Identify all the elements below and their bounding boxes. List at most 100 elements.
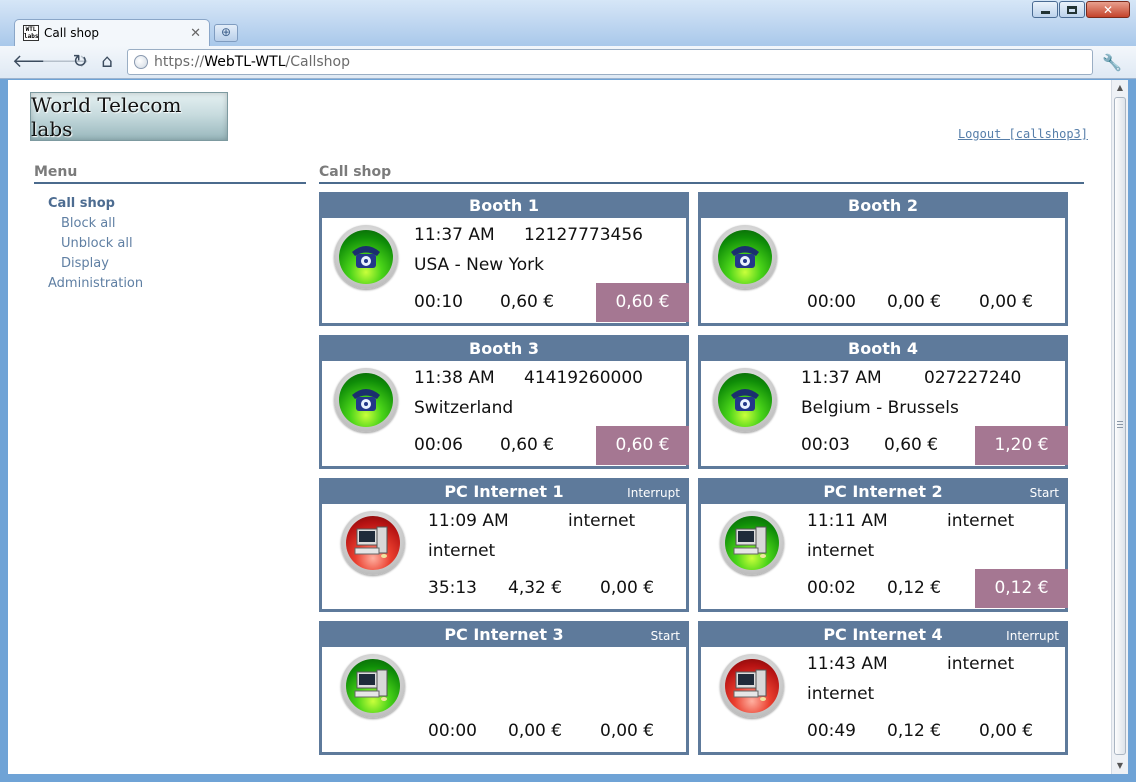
booth-name: PC Internet 4 <box>823 625 943 644</box>
address-bar[interactable]: https://WebTL-WTL/Callshop <box>127 49 1093 75</box>
booth-title-bar: Booth 2 <box>701 195 1065 218</box>
url-protocol: https:// <box>154 54 205 70</box>
booth-title-bar: PC Internet 1 Interrupt <box>322 481 686 504</box>
call-duration: 00:10 <box>414 292 463 312</box>
call-cost: 0,00 € <box>508 721 563 741</box>
booth-name: PC Internet 1 <box>444 482 564 501</box>
url-path: /Callshop <box>285 54 350 70</box>
menu-title: Menu <box>34 164 306 184</box>
menu-item-administration[interactable]: Administration <box>34 274 306 294</box>
favicon-icon: WTL labs <box>23 25 39 41</box>
booth-action-button[interactable]: Interrupt <box>1006 625 1059 647</box>
scroll-up-icon[interactable]: ▲ <box>1114 82 1126 94</box>
total-amount[interactable]: 0,12 € <box>975 569 1068 608</box>
status-indicator <box>346 659 400 713</box>
maximize-button[interactable] <box>1059 1 1085 18</box>
total-amount[interactable]: 0,60 € <box>596 426 689 465</box>
booth-title-bar: PC Internet 4 Interrupt <box>701 624 1065 647</box>
sidebar-menu: Menu Call shop Block all Unblock all Dis… <box>34 164 306 294</box>
destination: Switzerland <box>414 398 514 418</box>
booth-card: PC Internet 1 Interrupt 11:09 AM internet in… <box>319 478 689 612</box>
call-start-time: 11:11 AM <box>807 511 888 531</box>
booth-action-button[interactable]: Interrupt <box>627 482 680 504</box>
booth-card: PC Internet 4 Interrupt 11:43 AM internet in… <box>698 621 1068 755</box>
close-window-button[interactable]: ✕ <box>1086 1 1130 18</box>
booth-card: Booth 4 11:37 AM 027227240 Belgium - Brusse… <box>698 335 1068 469</box>
destination: Belgium - Brussels <box>801 398 959 418</box>
destination: internet <box>807 541 875 561</box>
browser-toolbar: 🡐 🡒 ↻ ⌂ https://WebTL-WTL/Callshop 🔧 <box>0 46 1136 79</box>
computer-icon[interactable] <box>720 511 784 575</box>
logo: World Telecom labs <box>30 92 228 141</box>
computer-icon[interactable] <box>341 511 405 575</box>
main-content: Call shop <box>319 164 1084 184</box>
booth-title-bar: Booth 4 <box>701 338 1065 361</box>
maximize-icon <box>1067 5 1077 14</box>
dialed-number: internet <box>947 654 1015 674</box>
vertical-scrollbar[interactable]: ▲ ▼ <box>1111 80 1128 774</box>
destination: internet <box>428 541 496 561</box>
call-duration: 00:00 <box>428 721 477 741</box>
url-host: WebTL-WTL <box>204 54 286 70</box>
status-indicator <box>339 230 393 284</box>
call-duration: 35:13 <box>428 578 477 598</box>
call-cost: 0,60 € <box>884 435 939 455</box>
status-indicator <box>718 373 772 427</box>
call-duration: 00:03 <box>801 435 850 455</box>
page-title: Call shop <box>319 164 1084 184</box>
menu-item-unblock-all[interactable]: Unblock all <box>34 234 306 254</box>
call-cost: 0,12 € <box>887 721 942 741</box>
call-duration: 00:06 <box>414 435 463 455</box>
call-start-time: 11:37 AM <box>414 225 495 245</box>
call-duration: 00:49 <box>807 721 856 741</box>
booth-card: PC Internet 3 Start 00:00 0,00 € 0,00 € <box>319 621 689 755</box>
wrench-icon[interactable]: 🔧 <box>1102 54 1122 72</box>
reload-icon[interactable]: ↻ <box>69 51 91 73</box>
call-cost: 0,60 € <box>500 292 555 312</box>
booth-name: PC Internet 3 <box>444 625 564 644</box>
total-amount[interactable]: 0,60 € <box>596 283 689 322</box>
page-viewport: World Telecom labs Logout [callshop3] Me… <box>8 80 1128 774</box>
menu-item-display[interactable]: Display <box>34 254 306 274</box>
booth-name: Booth 2 <box>848 196 918 215</box>
dialed-number: 12127773456 <box>524 225 643 245</box>
phone-icon[interactable] <box>334 368 398 432</box>
total-amount: 0,00 € <box>979 292 1034 312</box>
call-start-time: 11:38 AM <box>414 368 495 388</box>
menu-item-block-all[interactable]: Block all <box>34 214 306 234</box>
total-amount[interactable]: 1,20 € <box>975 426 1068 465</box>
call-duration: 00:00 <box>807 292 856 312</box>
booth-action-button[interactable]: Start <box>1030 482 1059 504</box>
new-tab-button[interactable]: ⊕ <box>214 24 238 42</box>
phone-icon[interactable] <box>713 368 777 432</box>
status-indicator <box>718 230 772 284</box>
computer-icon[interactable] <box>720 654 784 718</box>
call-duration: 00:02 <box>807 578 856 598</box>
forward-arrow-icon[interactable]: 🡒 <box>41 51 89 73</box>
call-cost: 0,60 € <box>500 435 555 455</box>
menu-list: Call shop Block all Unblock all Display … <box>34 194 306 294</box>
total-amount: 0,00 € <box>600 578 655 598</box>
call-cost: 4,32 € <box>508 578 563 598</box>
call-start-time: 11:09 AM <box>428 511 509 531</box>
booth-action-button[interactable]: Start <box>651 625 680 647</box>
logout-link[interactable]: Logout [callshop3] <box>958 127 1088 141</box>
total-amount: 0,00 € <box>600 721 655 741</box>
booth-title-bar: PC Internet 2 Start <box>701 481 1065 504</box>
menu-item-call-shop[interactable]: Call shop <box>34 194 306 214</box>
back-arrow-icon[interactable]: 🡐 <box>12 51 60 73</box>
home-icon[interactable]: ⌂ <box>96 51 118 73</box>
tab-close-icon[interactable]: ✕ <box>190 26 201 41</box>
browser-tab[interactable]: WTL labs Call shop ✕ <box>14 19 210 46</box>
call-start-time: 11:37 AM <box>801 368 882 388</box>
booth-title-bar: Booth 1 <box>322 195 686 218</box>
total-amount: 0,00 € <box>979 721 1034 741</box>
minimize-button[interactable] <box>1032 1 1058 18</box>
booth-card: Booth 3 11:38 AM 41419260000 Switzerland 00:… <box>319 335 689 469</box>
booth-name: PC Internet 2 <box>823 482 943 501</box>
computer-icon[interactable] <box>341 654 405 718</box>
phone-icon[interactable] <box>713 225 777 289</box>
scroll-down-icon[interactable]: ▼ <box>1114 760 1126 772</box>
phone-icon[interactable] <box>334 225 398 289</box>
scrollbar-thumb[interactable] <box>1114 97 1126 755</box>
